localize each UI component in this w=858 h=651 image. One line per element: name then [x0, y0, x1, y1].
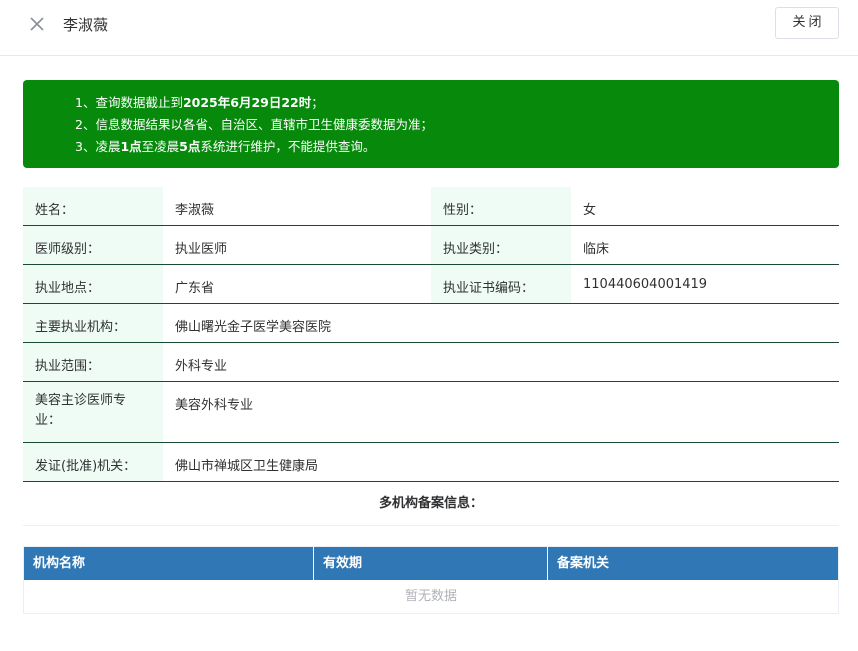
cosmetic-label: 美容主诊医师专业： — [23, 382, 163, 442]
dialog-header: 李淑薇 关闭 — [0, 0, 858, 56]
column-validity[interactable]: 有效期 — [314, 547, 548, 580]
category-label: 执业类别： — [431, 226, 571, 264]
name-value: 李淑薇 — [175, 203, 215, 218]
doctor-info-table: 姓名： 李淑薇 性别： 女 医师级别： 执业医师 执业类别： 临床 执业地点： … — [23, 187, 839, 482]
dialog-title: 李淑薇 — [63, 16, 109, 34]
issuer-value: 佛山市禅城区卫生健康局 — [175, 459, 319, 474]
info-row-level: 医师级别： 执业医师 执业类别： 临床 — [23, 226, 839, 265]
org-value: 佛山曙光金子医学美容医院 — [175, 320, 332, 335]
level-label: 医师级别： — [23, 226, 163, 264]
info-row-cosmetic: 美容主诊医师专业： 美容外科专业 — [23, 382, 839, 443]
category-value: 临床 — [583, 242, 610, 257]
location-value: 广东省 — [175, 281, 215, 296]
info-row-org: 主要执业机构： 佛山曙光金子医学美容医院 — [23, 304, 839, 343]
info-row-name: 姓名： 李淑薇 性别： 女 — [23, 187, 839, 226]
notice-line-1: 1、查询数据截止到2025年6月29日22时； — [75, 95, 324, 110]
notice-line-3: 3、凌晨1点至凌晨5点系统进行维护，不能提供查询。 — [75, 139, 376, 154]
gender-label: 性别： — [431, 187, 571, 225]
name-label: 姓名： — [23, 187, 163, 225]
location-label: 执业地点： — [23, 265, 163, 303]
column-filing-authority[interactable]: 备案机关 — [548, 547, 838, 580]
column-org-name[interactable]: 机构名称 — [24, 547, 314, 580]
cert-label: 执业证书编码： — [431, 265, 571, 303]
gender-value: 女 — [583, 203, 597, 218]
cosmetic-label-text: 美容主诊医师专业： — [35, 393, 127, 428]
scope-label: 执业范围： — [23, 343, 163, 381]
org-label: 主要执业机构： — [23, 304, 163, 342]
info-row-issuer: 发证(批准)机关： 佛山市禅城区卫生健康局 — [23, 443, 839, 482]
filing-table: 机构名称 有效期 备案机关 暂无数据 — [23, 546, 839, 614]
close-button[interactable]: 关闭 — [775, 7, 839, 39]
info-row-location: 执业地点： 广东省 执业证书编码： 110440604001419 — [23, 265, 839, 304]
multi-org-title: 多机构备案信息： — [23, 484, 839, 526]
issuer-label: 发证(批准)机关： — [23, 443, 163, 481]
cosmetic-value: 美容外科专业 — [175, 398, 254, 413]
cert-value: 110440604001419 — [583, 277, 708, 292]
level-value: 执业医师 — [175, 242, 228, 257]
scope-value: 外科专业 — [175, 359, 228, 374]
close-icon[interactable] — [24, 11, 50, 37]
table-empty-text: 暂无数据 — [404, 589, 457, 604]
notice-line-2: 2、信息数据结果以各省、自治区、直辖市卫生健康委数据为准； — [75, 117, 433, 132]
notice-banner: 1、查询数据截止到2025年6月29日22时； 2、信息数据结果以各省、自治区、… — [23, 80, 839, 168]
info-row-scope: 执业范围： 外科专业 — [23, 343, 839, 382]
table-header: 机构名称 有效期 备案机关 — [24, 547, 838, 580]
